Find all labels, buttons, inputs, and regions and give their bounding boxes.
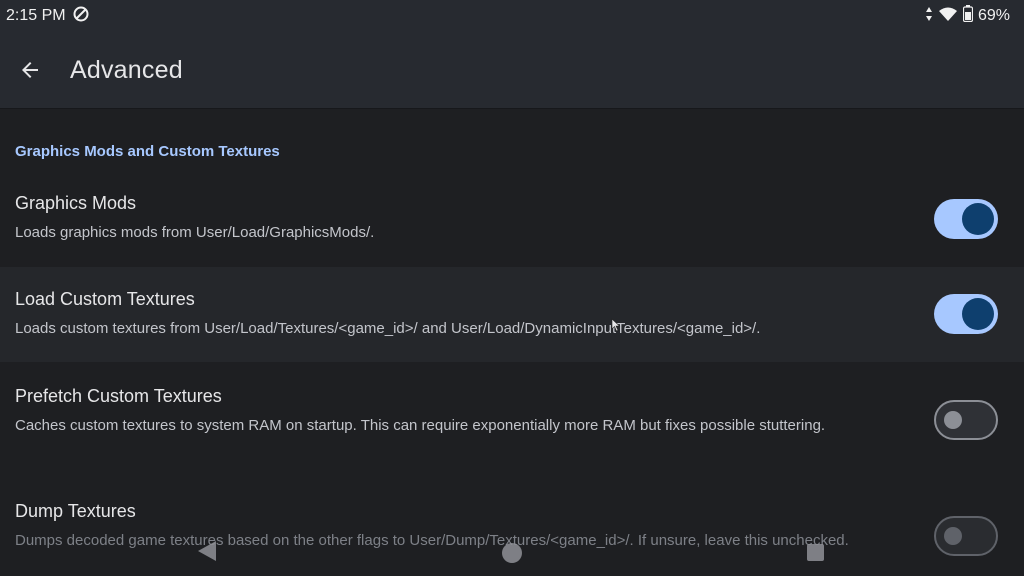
nav-recents-icon[interactable] — [807, 544, 824, 561]
settings-list: Graphics Mods and Custom Textures Graphi… — [0, 109, 1024, 576]
setting-title: Graphics Mods — [15, 193, 137, 213]
prefetch-custom-textures-toggle[interactable] — [934, 400, 998, 440]
toggle-knob — [962, 298, 994, 330]
setting-description: Loads graphics mods from User/Load/Graph… — [15, 224, 375, 241]
toggle-knob — [944, 527, 962, 545]
screen: 2:15 PM 69% Advanced Graphics Mods and C… — [0, 0, 1024, 576]
load-custom-textures-toggle[interactable] — [934, 294, 998, 334]
back-button[interactable] — [8, 48, 52, 92]
setting-prefetch-custom-textures[interactable]: Prefetch Custom Textures Caches custom t… — [0, 386, 1024, 481]
status-time: 2:15 PM — [6, 7, 66, 24]
setting-load-custom-textures[interactable]: Load Custom Textures Loads custom textur… — [0, 267, 1024, 362]
setting-title: Prefetch Custom Textures — [15, 386, 222, 406]
app-bar: Advanced — [0, 32, 1024, 109]
data-arrows-icon — [925, 6, 933, 27]
graphics-mods-toggle[interactable] — [934, 199, 998, 239]
toggle-knob — [944, 411, 962, 429]
arrow-back-icon — [22, 62, 38, 78]
nav-home-icon[interactable] — [502, 543, 522, 563]
battery-icon — [962, 5, 974, 27]
status-left: 2:15 PM — [6, 5, 90, 28]
setting-graphics-mods[interactable]: Graphics Mods Loads graphics mods from U… — [0, 193, 1024, 267]
mouse-cursor-icon — [611, 318, 621, 332]
setting-description: Loads custom textures from User/Load/Tex… — [15, 320, 761, 337]
setting-description: Caches custom textures to system RAM on … — [15, 417, 826, 434]
wifi-icon — [938, 6, 958, 27]
battery-percentage: 69% — [977, 7, 1010, 24]
sync-disabled-icon — [72, 5, 90, 28]
section-header: Graphics Mods and Custom Textures — [15, 143, 280, 160]
page-title: Advanced — [70, 55, 183, 84]
setting-title: Load Custom Textures — [15, 289, 195, 309]
setting-dump-textures[interactable]: Dump Textures Dumps decoded game texture… — [0, 501, 1024, 576]
setting-description: Dumps decoded game textures based on the… — [15, 532, 849, 549]
setting-title: Dump Textures — [15, 501, 136, 521]
toggle-knob — [962, 203, 994, 235]
nav-back-icon[interactable] — [196, 540, 218, 562]
status-bar: 2:15 PM 69% — [0, 0, 1024, 32]
dump-textures-toggle[interactable] — [934, 516, 998, 556]
status-right: 69% — [925, 5, 1010, 27]
